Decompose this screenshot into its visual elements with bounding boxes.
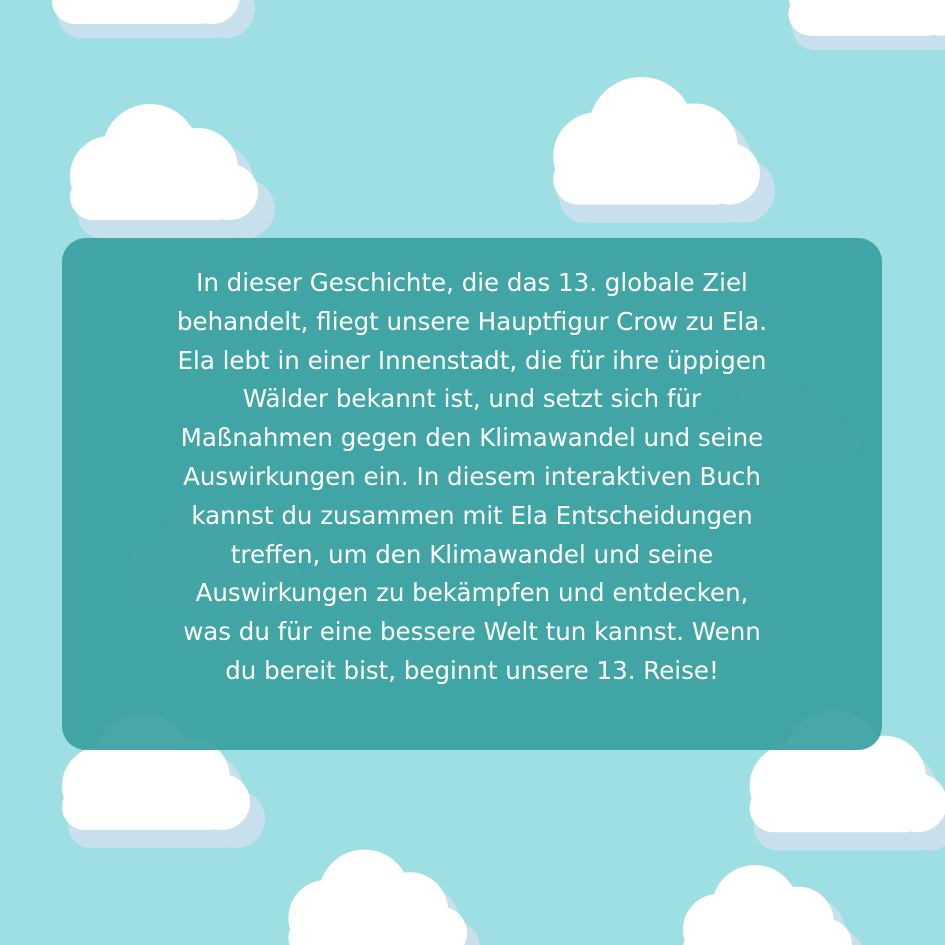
cloud-upper-left xyxy=(70,104,275,239)
story-line: treffen, um den Klimawandel und seine xyxy=(230,539,714,569)
story-line: Auswirkungen ein. In diesem interaktiven… xyxy=(183,461,761,491)
story-line: Wälder bekannt ist, und setzt sich für xyxy=(242,384,702,414)
story-line: behandelt, fliegt unsere Hauptfigur Crow… xyxy=(176,306,768,336)
cloud-top-right xyxy=(788,0,945,50)
story-line: Maßnahmen gegen den Klimawandel und sein… xyxy=(180,423,764,453)
story-line: In dieser Geschichte, die das 13. global… xyxy=(196,268,748,297)
story-line: was du für eine bessere Welt tun kannst.… xyxy=(183,617,761,647)
story-paragraph: In dieser Geschichte, die das 13. global… xyxy=(62,264,882,691)
cloud-upper-right xyxy=(553,77,775,223)
story-line: du bereit bist, beginnt unsere 13. Reise… xyxy=(225,655,719,685)
cloud-bottom-right xyxy=(682,865,865,945)
cloud-bottom-center xyxy=(288,849,480,945)
story-line: Ela lebt in einer Innenstadt, die für ih… xyxy=(177,345,767,375)
story-line: kannst du zusammen mit Ela Entscheidunge… xyxy=(191,500,753,530)
cloud-top-left xyxy=(52,0,255,39)
story-line: Auswirkungen zu bekämpfen und entdecken, xyxy=(195,578,749,608)
